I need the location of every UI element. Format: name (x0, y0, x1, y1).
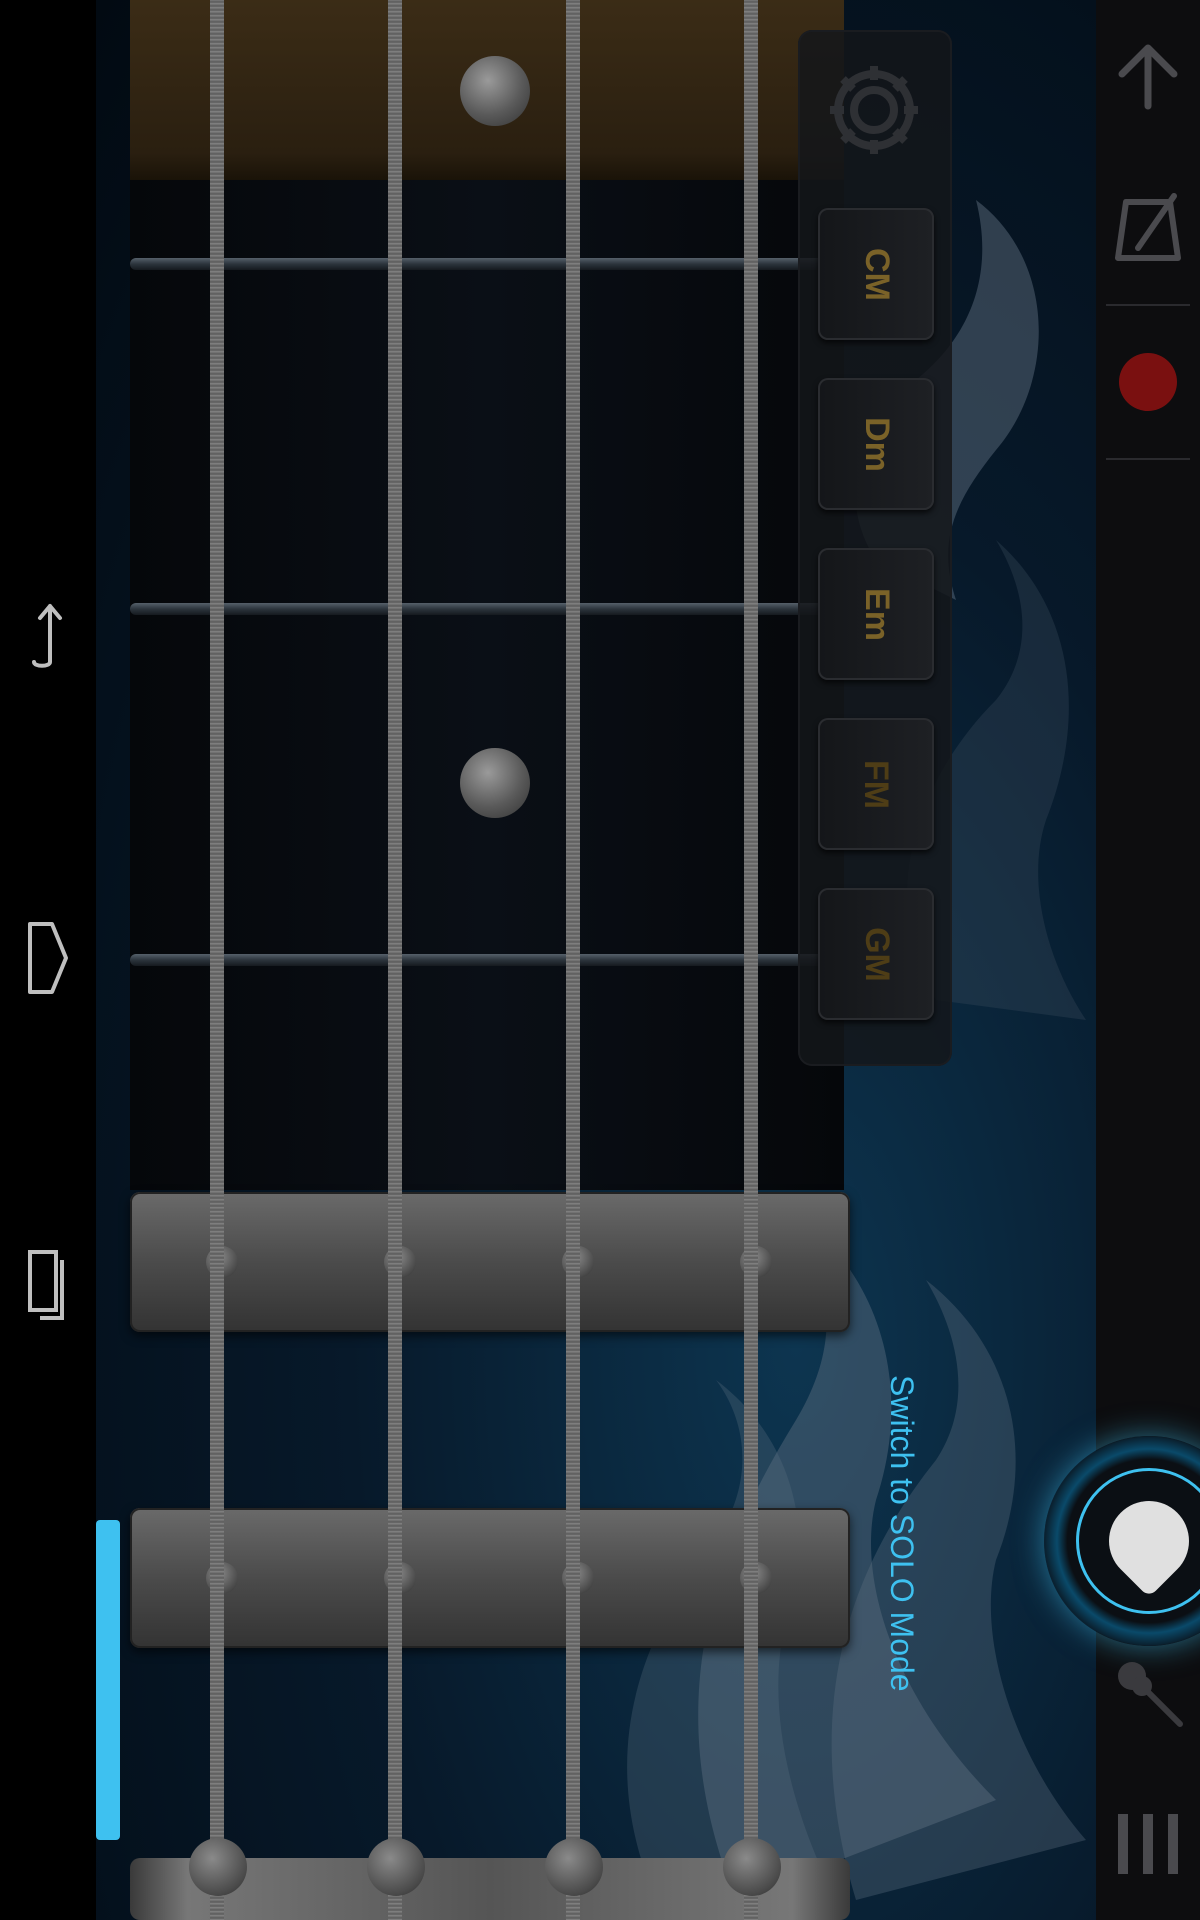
bridge-saddle (545, 1838, 603, 1896)
solo-mode-hint: Switch to SOLO Mode (884, 1375, 920, 1692)
toolbar-divider (1106, 304, 1190, 306)
chord-button[interactable]: Dm (818, 378, 934, 510)
bridge-saddle (189, 1838, 247, 1896)
string-1[interactable] (210, 0, 224, 1920)
chord-label: CM (857, 247, 896, 301)
guitar-pick-icon (1092, 1484, 1200, 1598)
record-icon (1119, 353, 1177, 411)
home-button[interactable] (18, 918, 78, 998)
recent-apps-icon (28, 1250, 64, 1320)
metronome-button[interactable] (1108, 188, 1188, 268)
fret (130, 954, 844, 966)
back-arrow-icon (32, 604, 62, 668)
arrow-up-icon (1118, 44, 1178, 110)
guitar-icon (1118, 1662, 1183, 1727)
chord-label: Dm (857, 416, 896, 472)
menu-bars-icon (1118, 1814, 1178, 1874)
chord-label: FM (857, 759, 896, 809)
guitar-select-button[interactable] (1108, 1650, 1188, 1730)
chord-label: Em (857, 587, 896, 641)
string-3[interactable] (566, 0, 580, 1920)
fret (130, 258, 844, 270)
back-button[interactable] (18, 592, 78, 672)
record-button[interactable] (1108, 342, 1188, 422)
recent-apps-button[interactable] (18, 1246, 78, 1326)
scroll-indicator[interactable] (96, 1520, 120, 1840)
pick-ring (1076, 1468, 1200, 1614)
bridge-saddle (723, 1838, 781, 1896)
chord-button[interactable]: GM (818, 888, 934, 1020)
chord-button[interactable]: Em (818, 548, 934, 680)
chord-label: GM (857, 926, 896, 982)
fret (130, 603, 844, 615)
up-button[interactable] (1108, 36, 1188, 116)
neck-pickup (130, 1192, 850, 1332)
metronome-icon (1115, 193, 1181, 261)
menu-button[interactable] (1108, 1804, 1188, 1884)
string-4[interactable] (744, 0, 758, 1920)
fret-inlay (460, 56, 530, 126)
home-icon (28, 922, 68, 994)
bridge-saddle (367, 1838, 425, 1896)
bridge-pickup (130, 1508, 850, 1648)
navigation-bar (0, 0, 96, 1920)
gear-icon (830, 66, 918, 154)
chord-button[interactable]: CM (818, 208, 934, 340)
fret-inlay (460, 748, 530, 818)
chord-button[interactable]: FM (818, 718, 934, 850)
toolbar-divider (1106, 458, 1190, 460)
string-2[interactable] (388, 0, 402, 1920)
fretboard[interactable] (130, 0, 844, 1190)
settings-button[interactable] (812, 48, 936, 172)
